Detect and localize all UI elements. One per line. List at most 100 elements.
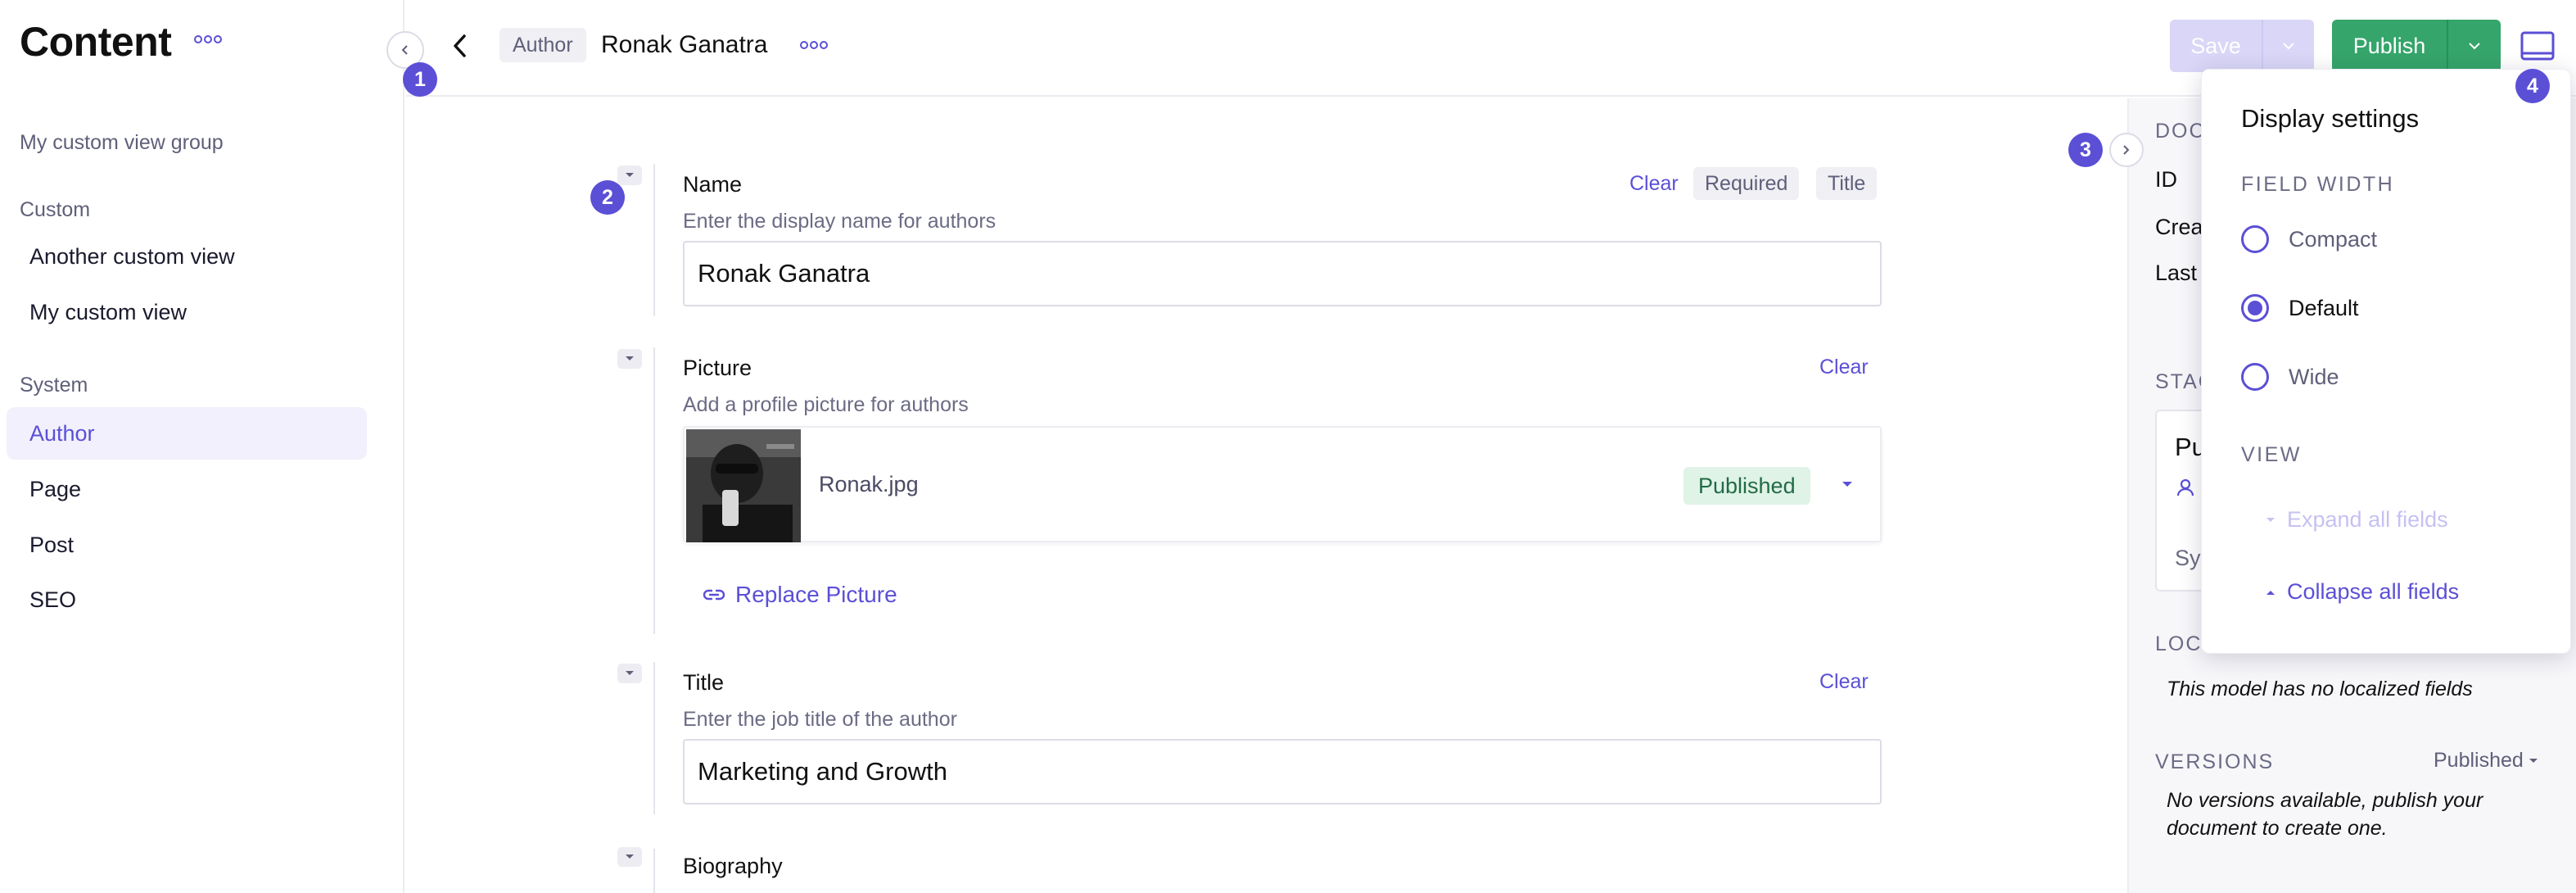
panel-icon (2520, 31, 2555, 61)
sidebar-item-seo[interactable]: SEO (7, 573, 367, 626)
save-options-button[interactable] (2262, 20, 2314, 72)
title-clear-button[interactable]: Clear (1819, 670, 1869, 694)
collapse-all-fields-button[interactable]: Collapse all fields (2266, 579, 2459, 605)
caret-up-icon (2266, 590, 2275, 595)
replace-picture-link[interactable]: Replace Picture (701, 582, 897, 608)
caret-down-icon (2266, 517, 2275, 522)
caret-down-icon (626, 356, 634, 360)
field-width-compact[interactable]: Compact (2241, 225, 2377, 253)
chevron-down-icon (2469, 43, 2480, 50)
sidebar-item-label: Post (29, 532, 75, 557)
field-collapse-toggle[interactable] (617, 664, 642, 683)
caret-down-icon (626, 854, 634, 859)
document-section-header: DOC (2155, 120, 2206, 143)
field-width-wide[interactable]: Wide (2241, 363, 2339, 391)
expand-all-fields-button[interactable]: Expand all fields (2266, 507, 2448, 533)
radio-label: Compact (2289, 226, 2378, 252)
name-field-label: Name (683, 172, 743, 197)
expand-all-label: Expand all fields (2287, 507, 2448, 532)
publish-options-button[interactable] (2447, 20, 2501, 72)
popover-title: Display settings (2241, 104, 2420, 133)
info-row-last-updated: Last (2155, 261, 2198, 285)
publish-button[interactable]: Publish (2332, 20, 2447, 72)
tour-marker-1: 1 (403, 62, 437, 97)
chevron-right-icon (2123, 145, 2130, 155)
collapse-all-label: Collapse all fields (2287, 579, 2460, 604)
radio-button[interactable] (2241, 363, 2269, 391)
sidebar-item-label: Another custom view (29, 243, 235, 269)
info-panel-toggle[interactable] (2109, 133, 2144, 167)
localization-section-header: LOC (2155, 632, 2203, 655)
title-field-label: Title (683, 670, 725, 695)
caret-down-icon (626, 671, 634, 675)
chevron-left-icon (401, 45, 408, 55)
sidebar-more-icon[interactable] (193, 33, 223, 46)
sidebar-item-page[interactable]: Page (7, 463, 367, 515)
localization-note: This model has no localized fields (2167, 678, 2473, 700)
sidebar-title: Content (20, 19, 172, 65)
tour-marker-3: 3 (2068, 133, 2103, 167)
asset-file-name: Ronak.jpg (819, 472, 919, 496)
versions-note: No versions available, publish your docu… (2167, 789, 2483, 840)
save-button[interactable]: Save (2170, 20, 2262, 72)
radio-label: Wide (2289, 364, 2339, 389)
caret-down-icon (2529, 758, 2538, 763)
biography-field-label: Biography (683, 854, 783, 878)
asset-menu-icon[interactable] (1839, 478, 1855, 490)
asset-status-badge: Published (1683, 467, 1810, 505)
info-row-created: Crea (2155, 215, 2203, 239)
link-icon (703, 589, 725, 601)
asset-card[interactable]: Ronak.jpg Published (683, 426, 1882, 542)
model-badge: Author (499, 28, 586, 62)
sidebar-item-post[interactable]: Post (7, 519, 367, 571)
versions-filter-label: Published (2434, 749, 2524, 772)
sidebar-section-custom: Custom (20, 198, 91, 221)
replace-picture-label: Replace Picture (735, 582, 897, 607)
sidebar-item-label: SEO (29, 587, 77, 612)
sidebar-item-my-custom-view[interactable]: My custom view (7, 286, 367, 338)
display-settings-toggle[interactable] (2520, 31, 2555, 61)
arrow-back-icon (454, 34, 466, 57)
sidebar-item-another-custom-view[interactable]: Another custom view (7, 230, 367, 283)
tour-marker-4: 4 (2515, 69, 2550, 103)
field-width-header: FIELD WIDTH (2241, 173, 2395, 196)
sidebar-item-label: Page (29, 476, 82, 501)
sidebar-item-label: My custom view (29, 299, 188, 324)
sidebar-item-author[interactable]: Author (7, 407, 367, 460)
radio-button-selected[interactable] (2241, 294, 2269, 322)
versions-section-header: VERSIONS (2155, 750, 2275, 773)
field-rail (653, 662, 655, 814)
sidebar-group-header[interactable]: My custom view group (20, 131, 224, 155)
field-collapse-toggle[interactable] (617, 165, 642, 185)
document-more-icon[interactable] (799, 39, 829, 52)
title-input[interactable]: Marketing and Growth (683, 739, 1882, 805)
versions-filter[interactable]: Published (2434, 749, 2538, 773)
document-title: Ronak Ganatra (601, 31, 768, 58)
view-header: VIEW (2241, 443, 2302, 466)
field-width-default[interactable]: Default (2241, 294, 2359, 322)
name-field-description: Enter the display name for authors (683, 210, 997, 233)
title-tag: Title (1816, 167, 1878, 200)
asset-thumbnail (686, 429, 801, 542)
save-button-group: Save (2170, 20, 2314, 72)
radio-button[interactable] (2241, 225, 2269, 253)
name-input[interactable]: Ronak Ganatra (683, 241, 1882, 306)
field-rail (653, 164, 655, 316)
radio-label: Default (2289, 295, 2359, 320)
info-row-id: ID (2155, 167, 2177, 192)
title-field-description: Enter the job title of the author (683, 708, 957, 731)
sidebar-section-system: System (20, 374, 88, 397)
picture-field-description: Add a profile picture for authors (683, 393, 969, 416)
field-collapse-toggle[interactable] (617, 847, 642, 867)
caret-down-icon (626, 173, 634, 177)
back-button[interactable] (444, 29, 477, 62)
display-settings-popover: Display settings FIELD WIDTH Compact Def… (2201, 69, 2571, 654)
user-icon (2175, 477, 2196, 498)
content-sidebar: Content My custom view group Custom Anot… (0, 0, 404, 893)
picture-clear-button[interactable]: Clear (1819, 356, 1869, 379)
name-clear-button[interactable]: Clear (1629, 172, 1679, 196)
stage-subtitle: Sy (2175, 546, 2201, 570)
field-rail (653, 347, 655, 634)
sidebar-item-label: Author (29, 420, 95, 446)
field-collapse-toggle[interactable] (617, 349, 642, 369)
